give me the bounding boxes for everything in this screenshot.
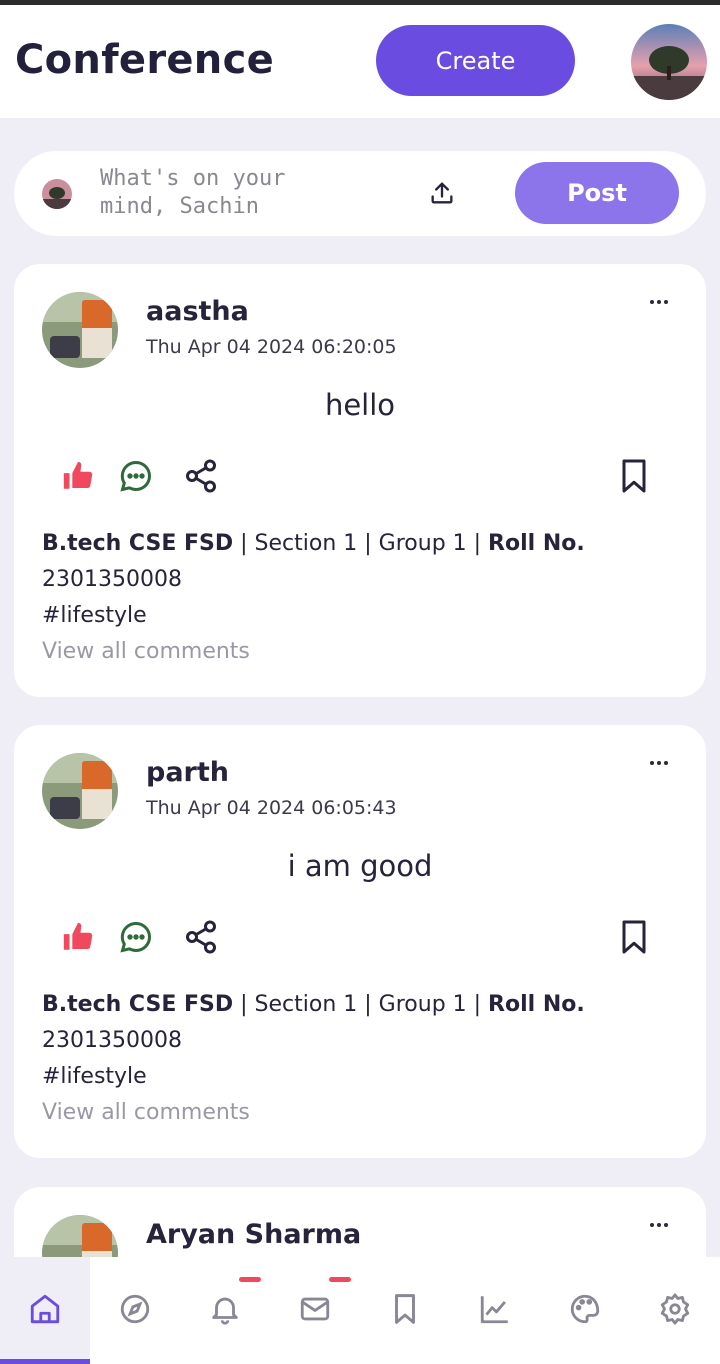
author-name[interactable]: parth — [146, 757, 229, 788]
author-avatar[interactable] — [42, 753, 118, 829]
post-content: i am good — [287, 849, 433, 883]
author-name[interactable]: Aryan Sharma — [146, 1219, 361, 1250]
roll-label: Roll No. — [488, 531, 585, 556]
more-options-icon[interactable] — [650, 294, 672, 310]
share-icon[interactable] — [181, 917, 221, 957]
nav-active-indicator — [0, 1359, 90, 1364]
chart-icon[interactable] — [475, 1289, 515, 1329]
create-button[interactable]: Create — [376, 25, 575, 96]
roll-label: Roll No. — [488, 992, 585, 1017]
app-header: Conference Create — [0, 5, 720, 118]
post-content: hello — [324, 388, 396, 422]
roll-number: 2301350008 — [42, 1028, 182, 1053]
message-indicator — [329, 1277, 351, 1282]
more-options-icon[interactable] — [650, 755, 672, 771]
bell-icon[interactable] — [205, 1289, 245, 1329]
section-group-label: | Section 1 | Group 1 | — [233, 531, 489, 556]
post-card: parth Thu Apr 04 2024 06:05:43 i am good… — [14, 725, 706, 1158]
profile-avatar[interactable] — [631, 24, 707, 100]
post-timestamp: Thu Apr 04 2024 06:05:43 — [146, 797, 397, 819]
home-icon[interactable] — [25, 1289, 65, 1329]
section-group-label: | Section 1 | Group 1 | — [233, 992, 489, 1017]
upload-icon[interactable] — [428, 179, 456, 207]
mail-icon[interactable] — [295, 1289, 335, 1329]
post-input[interactable]: What's on your mind, Sachin — [100, 165, 330, 221]
palette-icon[interactable] — [565, 1289, 605, 1329]
view-comments-link[interactable]: View all comments — [42, 634, 682, 670]
author-name[interactable]: aastha — [146, 296, 249, 327]
view-comments-link[interactable]: View all comments — [42, 1095, 682, 1131]
post-meta: B.tech CSE FSD | Section 1 | Group 1 | R… — [42, 526, 682, 670]
post-button[interactable]: Post — [515, 162, 679, 224]
post-timestamp: Thu Apr 04 2024 06:20:05 — [146, 336, 397, 358]
roll-number: 2301350008 — [42, 567, 182, 592]
gear-icon[interactable] — [655, 1289, 695, 1329]
post-meta: B.tech CSE FSD | Section 1 | Group 1 | R… — [42, 987, 682, 1131]
comment-icon[interactable] — [116, 917, 156, 957]
course-label: B.tech CSE FSD — [42, 531, 234, 556]
page-title: Conference — [15, 37, 275, 83]
course-label: B.tech CSE FSD — [42, 992, 234, 1017]
compass-icon[interactable] — [115, 1289, 155, 1329]
bookmark-icon[interactable] — [614, 456, 654, 496]
share-icon[interactable] — [181, 456, 221, 496]
bookmark-icon[interactable] — [614, 917, 654, 957]
like-icon[interactable] — [58, 456, 98, 496]
post-actions — [14, 456, 706, 496]
bookmark-icon[interactable] — [385, 1289, 425, 1329]
comment-icon[interactable] — [116, 456, 156, 496]
like-icon[interactable] — [58, 917, 98, 957]
bottom-navigation — [0, 1257, 720, 1364]
more-options-icon[interactable] — [650, 1217, 672, 1233]
author-avatar[interactable] — [42, 292, 118, 368]
post-actions — [14, 917, 706, 957]
composer-avatar — [42, 179, 72, 209]
notification-indicator — [239, 1277, 261, 1282]
post-tag[interactable]: #lifestyle — [42, 598, 682, 634]
post-composer: What's on your mind, Sachin Post — [14, 151, 706, 236]
post-tag[interactable]: #lifestyle — [42, 1059, 682, 1095]
post-card: aastha Thu Apr 04 2024 06:20:05 hello B.… — [14, 264, 706, 697]
